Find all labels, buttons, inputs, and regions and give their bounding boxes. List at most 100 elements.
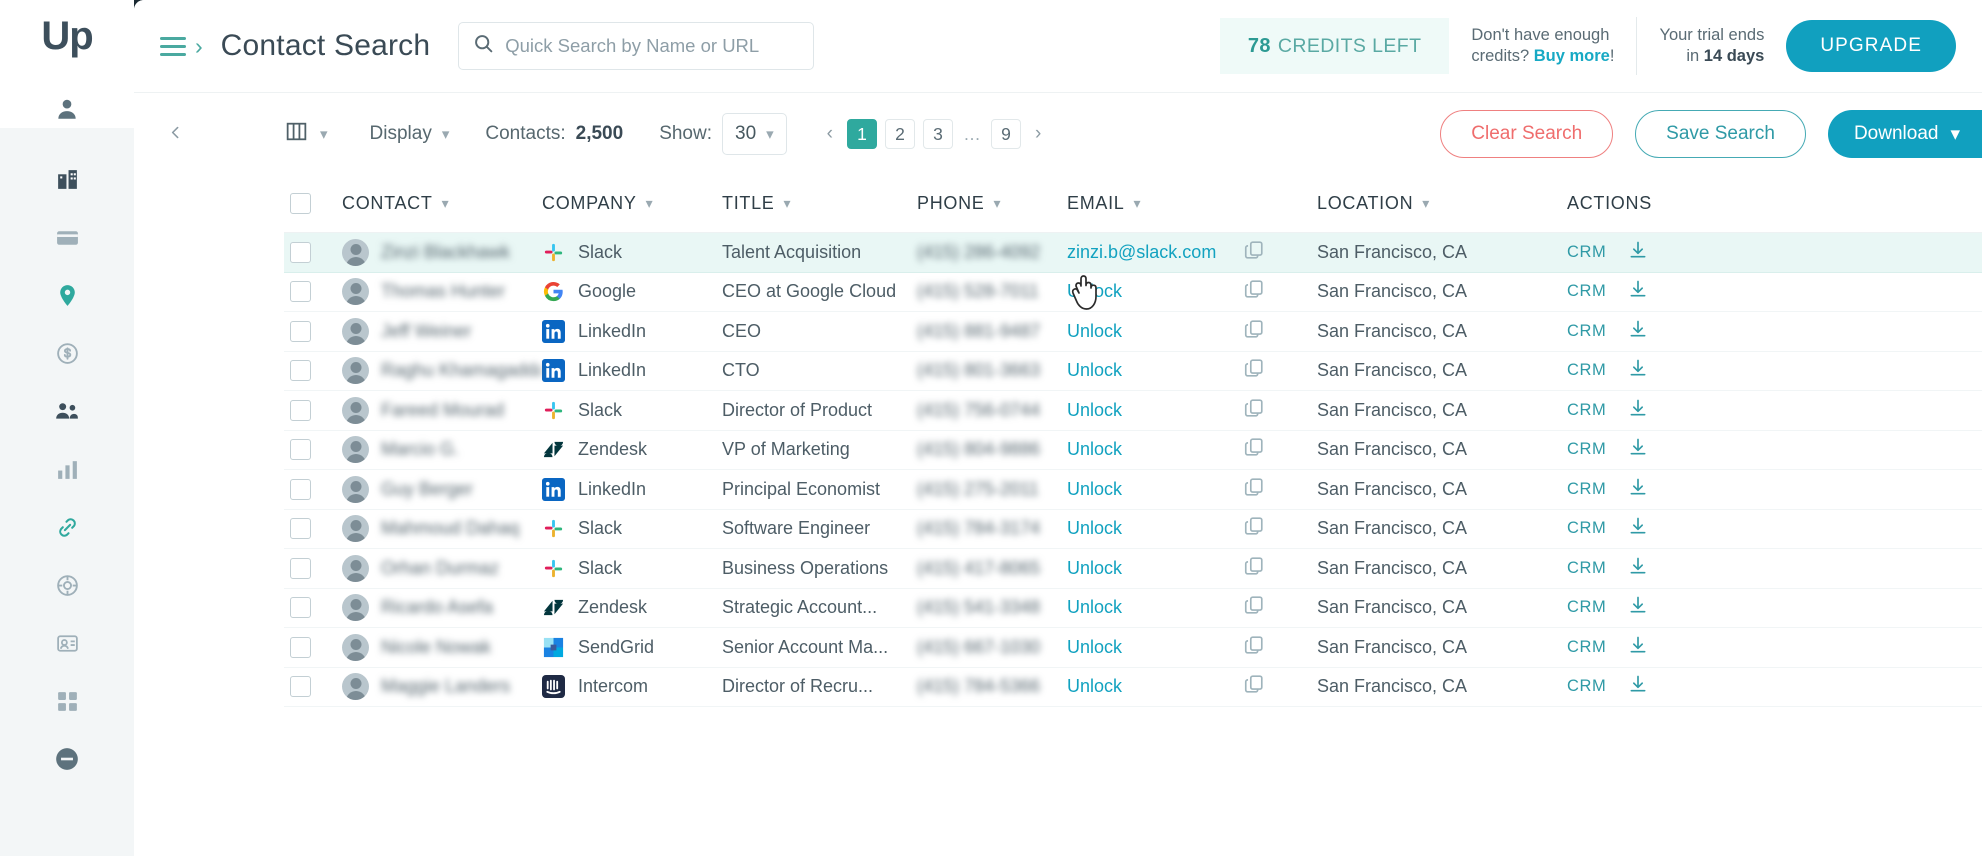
cell-email[interactable]: Unlock [1067, 278, 1317, 305]
cell-contact[interactable]: Thomas Hunter [342, 278, 542, 306]
sidebar-item-minus-circle[interactable] [0, 730, 134, 788]
download-button[interactable]: Download ▾ [1827, 110, 1982, 158]
quick-search[interactable] [458, 22, 815, 70]
cell-company[interactable]: Zendesk [542, 596, 722, 619]
cell-email[interactable]: Unlock [1067, 594, 1317, 621]
sidebar-item-location[interactable] [0, 266, 134, 324]
row-download-icon[interactable] [1628, 556, 1648, 581]
row-download-icon[interactable] [1628, 319, 1648, 344]
column-header-location[interactable]: LOCATION ▾ [1317, 193, 1567, 214]
row-checkbox[interactable] [290, 241, 311, 263]
column-header-phone[interactable]: PHONE ▾ [917, 193, 1067, 214]
cell-contact[interactable]: Fareed Mourad [342, 396, 542, 424]
sidebar-item-badge[interactable] [0, 614, 134, 672]
cell-contact[interactable]: Orhan Durmaz [342, 554, 542, 582]
column-header-email[interactable]: EMAIL ▾ [1067, 193, 1317, 214]
sidebar-item-people[interactable] [0, 382, 134, 440]
crm-button[interactable]: CRM [1567, 282, 1606, 301]
row-checkbox[interactable] [290, 676, 311, 698]
table-row[interactable]: Fareed Mourad Slack Director of Product (41… [284, 391, 1982, 431]
table-row[interactable]: Thomas Hunter Google CEO at Google Cloud (4… [284, 273, 1982, 312]
select-all-checkbox[interactable] [290, 193, 311, 214]
cell-company[interactable]: LinkedIn [542, 359, 722, 383]
cell-contact[interactable]: Raghu Khamagadda [342, 357, 542, 385]
copy-icon[interactable] [1243, 476, 1265, 503]
search-input[interactable] [505, 35, 800, 57]
menu-toggle[interactable]: › [160, 34, 203, 58]
cell-company[interactable]: Intercom [542, 675, 722, 699]
save-search-button[interactable]: Save Search [1635, 110, 1806, 158]
page-button-9[interactable]: 9 [991, 119, 1021, 149]
unlock-email-button[interactable]: Unlock [1067, 637, 1122, 658]
row-select-cell[interactable] [284, 281, 342, 303]
row-select-cell[interactable] [284, 676, 342, 698]
page-button-2[interactable]: 2 [885, 119, 915, 149]
column-header-contact[interactable]: CONTACT ▾ [342, 193, 542, 214]
copy-icon[interactable] [1243, 357, 1265, 384]
sidebar-item-company[interactable] [0, 150, 134, 208]
buy-more-link[interactable]: Buy more [1534, 47, 1610, 65]
page-button-1[interactable]: 1 [847, 119, 877, 149]
cell-contact[interactable]: Jeff Weiner [342, 317, 542, 345]
row-select-cell[interactable] [284, 518, 342, 540]
cell-contact[interactable]: Zinzi Blackhawk [342, 238, 542, 266]
row-download-icon[interactable] [1628, 477, 1648, 502]
row-checkbox[interactable] [290, 597, 311, 619]
row-download-icon[interactable] [1628, 635, 1648, 660]
row-download-icon[interactable] [1628, 398, 1648, 423]
cell-contact[interactable]: Maggie Landers [342, 673, 542, 701]
cell-company[interactable]: Google [542, 280, 722, 303]
cell-contact[interactable]: Nicole Nowak [342, 633, 542, 661]
row-select-cell[interactable] [284, 439, 342, 461]
cell-email[interactable]: Unlock [1067, 515, 1317, 542]
unlock-email-button[interactable]: Unlock [1067, 597, 1122, 618]
crm-button[interactable]: CRM [1567, 401, 1606, 420]
table-row[interactable]: Maggie Landers Intercom Director of Recru.… [284, 668, 1982, 707]
copy-icon[interactable] [1243, 278, 1265, 305]
table-row[interactable]: Marcio G. Zendesk VP of Marketing (415) 804… [284, 431, 1982, 470]
cell-contact[interactable]: Marcio G. [342, 436, 542, 464]
table-row[interactable]: Jeff Weiner LinkedIn CEO (415) 881-9487 Unlo… [284, 312, 1982, 352]
crm-button[interactable]: CRM [1567, 322, 1606, 341]
cell-company[interactable]: Slack [542, 399, 722, 422]
cell-company[interactable]: Slack [542, 517, 722, 540]
cell-company[interactable]: Slack [542, 241, 722, 264]
row-select-cell[interactable] [284, 597, 342, 619]
cell-email[interactable]: Unlock [1067, 476, 1317, 503]
select-all-cell[interactable] [284, 193, 342, 214]
unlock-email-button[interactable]: Unlock [1067, 439, 1122, 460]
cell-company[interactable]: Zendesk [542, 438, 722, 461]
table-row[interactable]: Orhan Durmaz Slack Business Operations (415… [284, 549, 1982, 589]
row-select-cell[interactable] [284, 636, 342, 658]
table-row[interactable]: Nicole Nowak SendGrid Senior Account Ma...… [284, 628, 1982, 668]
sidebar-item-card[interactable] [0, 208, 134, 266]
row-select-cell[interactable] [284, 557, 342, 579]
copy-icon[interactable] [1243, 515, 1265, 542]
sidebar-item-link[interactable] [0, 498, 134, 556]
unlock-email-button[interactable]: Unlock [1067, 281, 1122, 302]
cell-contact[interactable]: Guy Berger [342, 475, 542, 503]
unlock-email-button[interactable]: Unlock [1067, 321, 1122, 342]
cell-email[interactable]: Unlock [1067, 436, 1317, 463]
sidebar-item-target[interactable] [0, 556, 134, 614]
cell-company[interactable]: Slack [542, 557, 722, 580]
table-row[interactable]: Guy Berger LinkedIn Principal Economist (41… [284, 470, 1982, 510]
table-row[interactable]: Mahmoud Dahaq Slack Software Engineer (415)… [284, 510, 1982, 549]
sidebar-item-chart[interactable] [0, 440, 134, 498]
unlock-email-button[interactable]: Unlock [1067, 479, 1122, 500]
copy-icon[interactable] [1243, 634, 1265, 661]
row-select-cell[interactable] [284, 320, 342, 342]
crm-button[interactable]: CRM [1567, 440, 1606, 459]
copy-icon[interactable] [1243, 397, 1265, 424]
row-checkbox[interactable] [290, 518, 311, 540]
cell-company[interactable]: LinkedIn [542, 319, 722, 343]
sidebar-item-apps[interactable] [0, 672, 134, 730]
app-logo[interactable]: Up [41, 16, 93, 56]
cell-company[interactable]: SendGrid [542, 636, 722, 659]
unlock-email-button[interactable]: Unlock [1067, 360, 1122, 381]
next-page-button[interactable]: › [1029, 123, 1047, 145]
copy-icon[interactable] [1243, 555, 1265, 582]
row-checkbox[interactable] [290, 320, 311, 342]
column-header-title[interactable]: TITLE ▾ [722, 193, 917, 214]
row-download-icon[interactable] [1628, 358, 1648, 383]
